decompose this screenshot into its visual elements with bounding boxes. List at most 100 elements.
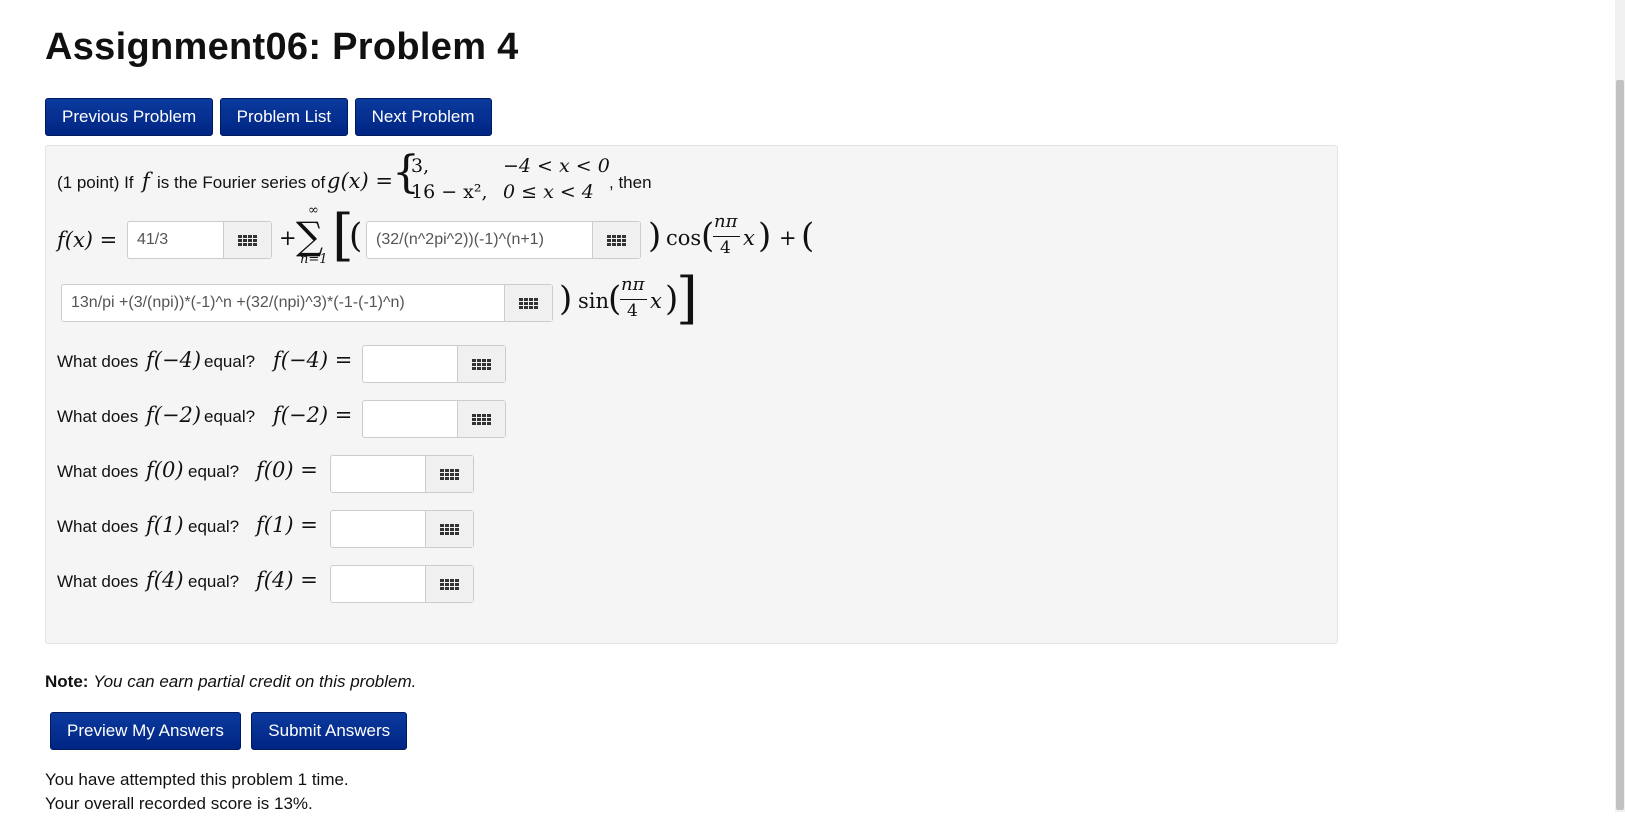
attempt-status: You have attempted this problem 1 time. … <box>45 768 349 816</box>
f-4-input[interactable] <box>331 566 425 602</box>
sin-numerator: nπ <box>621 274 645 295</box>
equation-editor-button[interactable] <box>504 285 552 321</box>
plus-sign-2: + <box>779 226 797 250</box>
note-text: You can earn partial credit on this prob… <box>93 672 417 691</box>
next-problem-button[interactable]: Next Problem <box>354 98 492 136</box>
points-text: (1 point) If <box>57 173 134 192</box>
question-suffix: equal? <box>188 517 240 536</box>
question-suffix: equal? <box>188 462 240 481</box>
f-minus-2-input[interactable] <box>363 401 457 437</box>
f-1-answer-field[interactable] <box>330 510 474 548</box>
problem-list-button[interactable]: Problem List <box>219 98 349 136</box>
cos-x: x <box>743 226 755 250</box>
right-paren-2: ) <box>559 279 573 319</box>
question-prefix: What does <box>57 572 139 591</box>
bn-answer-field[interactable]: 13n/pi +(3/(npi))*(-1)^n +(32/(npi)^3)*(… <box>61 284 553 322</box>
an-answer-field[interactable]: (32/(n^2pi^2))(-1)^(n+1) <box>366 221 641 259</box>
question-suffix: equal? <box>204 352 256 371</box>
question-lhs: f(0) = <box>256 458 318 482</box>
question-f-1: What does f(1) equal? f(1) = <box>57 510 657 550</box>
equation-editor-button[interactable] <box>457 346 505 382</box>
fourier-text: is the Fourier series of <box>157 173 326 192</box>
plus-sign: + <box>279 226 297 250</box>
question-lhs: f(4) = <box>256 568 318 592</box>
an-input[interactable]: (32/(n^2pi^2))(-1)^(n+1) <box>367 222 592 258</box>
sin-fraction-bar <box>620 299 647 300</box>
grid-icon <box>607 234 626 246</box>
question-arg: f(−2) <box>146 403 202 427</box>
then-text: , then <box>609 173 652 192</box>
equation-editor-button[interactable] <box>425 511 473 547</box>
cos-fraction-bar <box>713 236 740 237</box>
problem-panel: (1 point) If f is the Fourier series of … <box>45 145 1338 644</box>
f-symbol: f <box>142 169 150 193</box>
f-4-answer-field[interactable] <box>330 565 474 603</box>
previous-problem-button[interactable]: Previous Problem <box>45 98 214 136</box>
question-arg: f(0) <box>146 458 184 482</box>
question-arg: f(1) <box>146 513 184 537</box>
left-paren-2: ( <box>801 216 815 256</box>
scrollbar-track[interactable] <box>1615 0 1625 812</box>
question-prefix: What does <box>57 352 139 371</box>
question-prefix: What does <box>57 407 139 426</box>
piece2-cond: 0 ≤ x < 4 <box>503 181 594 203</box>
grid-icon <box>472 413 491 425</box>
partial-credit-note: Note: You can earn partial credit on thi… <box>45 672 416 692</box>
grid-icon <box>519 297 538 309</box>
f-minus-4-input[interactable] <box>363 346 457 382</box>
cos-right-paren: ) <box>758 216 772 256</box>
cos-denominator: 4 <box>720 238 731 258</box>
f-of-x: f(x) = <box>57 228 118 252</box>
right-bracket: ] <box>676 266 698 331</box>
attempts-text: You have attempted this problem 1 time. <box>45 770 349 789</box>
question-prefix: What does <box>57 517 139 536</box>
grid-icon <box>472 358 491 370</box>
piece1-cond: −4 < x < 0 <box>503 155 610 177</box>
grid-icon <box>440 468 459 480</box>
cos-label: cos <box>666 226 702 250</box>
scrollbar-thumb[interactable] <box>1616 80 1624 810</box>
piece1-expr: 3, <box>411 155 430 177</box>
equation-editor-button[interactable] <box>592 222 640 258</box>
question-lhs: f(1) = <box>256 513 318 537</box>
equation-editor-button[interactable] <box>223 222 271 258</box>
preview-answers-button[interactable]: Preview My Answers <box>50 712 241 750</box>
sin-label: sin <box>578 289 610 313</box>
piece2-expr: 16 − x², <box>411 181 488 203</box>
question-suffix: equal? <box>188 572 240 591</box>
sin-denominator: 4 <box>627 301 638 321</box>
question-lhs: f(−2) = <box>273 403 353 427</box>
grid-icon <box>238 234 257 246</box>
a0-input[interactable]: 41/3 <box>128 222 223 258</box>
note-label: Note: <box>45 672 89 691</box>
equation-editor-button[interactable] <box>457 401 505 437</box>
question-arg: f(−4) <box>146 348 202 372</box>
equation-editor-button[interactable] <box>425 566 473 602</box>
score-text: Your overall recorded score is 13%. <box>45 794 313 813</box>
question-f-minus-2: What does f(−2) equal? f(−2) = <box>57 400 657 440</box>
page-title: Assignment06: Problem 4 <box>45 26 519 68</box>
f-0-answer-field[interactable] <box>330 455 474 493</box>
f-1-input[interactable] <box>331 511 425 547</box>
g-of-x: g(x) = <box>327 169 393 193</box>
question-f-minus-4: What does f(−4) equal? f(−4) = <box>57 345 657 385</box>
a0-answer-field[interactable]: 41/3 <box>127 221 272 259</box>
f-minus-2-answer-field[interactable] <box>362 400 506 438</box>
f-0-input[interactable] <box>331 456 425 492</box>
answer-actions: Preview My Answers Submit Answers <box>50 712 413 750</box>
f-minus-4-answer-field[interactable] <box>362 345 506 383</box>
question-arg: f(4) <box>146 568 184 592</box>
question-f-4: What does f(4) equal? f(4) = <box>57 565 657 605</box>
right-paren: ) <box>648 216 662 256</box>
question-prefix: What does <box>57 462 139 481</box>
left-paren: ( <box>349 216 363 256</box>
question-suffix: equal? <box>204 407 256 426</box>
question-f-0: What does f(0) equal? f(0) = <box>57 455 657 495</box>
grid-icon <box>440 578 459 590</box>
question-lhs: f(−4) = <box>273 348 353 372</box>
problem-nav: Previous Problem Problem List Next Probl… <box>45 98 494 136</box>
equation-editor-button[interactable] <box>425 456 473 492</box>
bn-input[interactable]: 13n/pi +(3/(npi))*(-1)^n +(32/(npi)^3)*(… <box>62 285 504 321</box>
sin-x: x <box>650 289 662 313</box>
submit-answers-button[interactable]: Submit Answers <box>251 712 408 750</box>
